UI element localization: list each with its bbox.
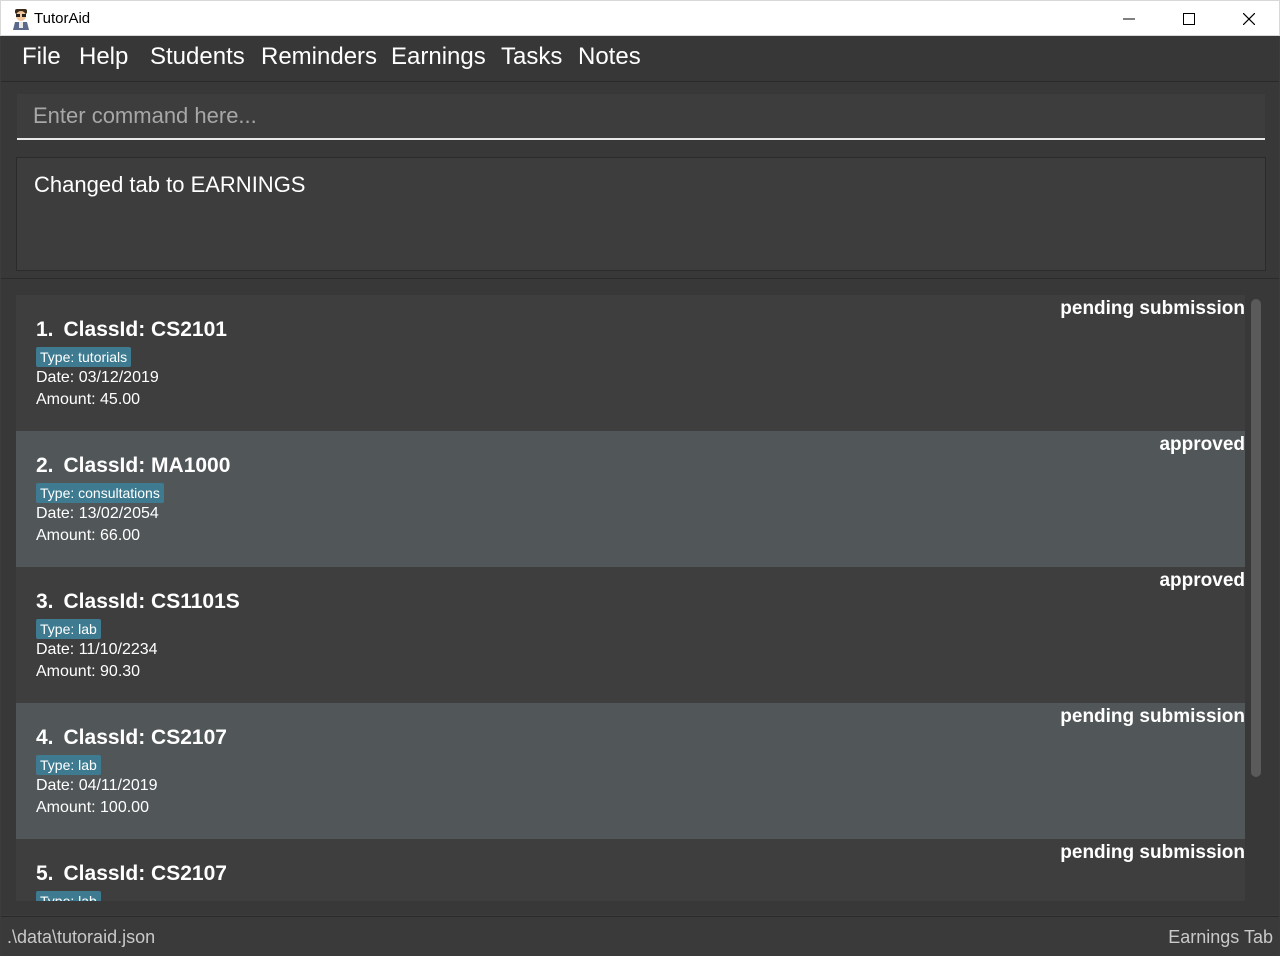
minimize-button[interactable] (1099, 1, 1159, 37)
earning-date: Date: 03/12/2019 (36, 369, 159, 386)
menu-reminders[interactable]: Reminders (261, 43, 377, 71)
earning-card[interactable]: approved 2. ClassId: MA1000 Type: consult… (16, 431, 1245, 567)
earning-index: 4. (36, 726, 54, 749)
earning-date: Date: 04/11/2019 (36, 777, 158, 794)
result-display[interactable]: Changed tab to EARNINGS (16, 157, 1266, 271)
earning-card[interactable]: pending submission 4. ClassId: CS2107 Typ… (16, 703, 1245, 839)
earning-card[interactable]: approved 3. ClassId: CS1101S Type: lab Da… (16, 567, 1245, 703)
earning-amount: Amount: 90.30 (36, 663, 141, 680)
tutor-avatar-icon (13, 9, 29, 30)
earning-type-tag: Type: tutorials (36, 347, 132, 367)
menu-notes[interactable]: Notes (578, 43, 641, 71)
maximize-button[interactable] (1159, 1, 1219, 37)
earnings-list-panel: pending submission 1. ClassId: CS2101 Typ… (1, 278, 1279, 915)
close-button[interactable] (1219, 1, 1279, 37)
earning-date: Date: 11/10/2234 (36, 641, 158, 658)
earning-status: approved (1159, 434, 1245, 455)
menu-bar: File Help Students Reminders Earnings Ta… (1, 36, 1279, 82)
scrollbar-thumb[interactable] (1251, 299, 1261, 777)
earning-type-tag: Type: lab (36, 755, 101, 775)
menu-help[interactable]: Help (79, 43, 128, 71)
earning-index: 2. (36, 454, 54, 477)
earning-status: pending submission (1060, 842, 1245, 863)
maximize-icon (1183, 13, 1195, 25)
minimize-icon (1123, 18, 1135, 20)
menu-tasks[interactable]: Tasks (501, 43, 562, 71)
menu-students[interactable]: Students (150, 43, 245, 71)
title-bar: TutorAid (0, 0, 1280, 36)
earning-status: pending submission (1060, 706, 1245, 727)
earning-class-id: ClassId: CS2107 (63, 726, 227, 749)
result-message: Changed tab to EARNINGS (34, 172, 306, 197)
earning-status: pending submission (1060, 298, 1245, 319)
earning-title: 4. ClassId: CS2107 (36, 726, 227, 750)
earning-amount: Amount: 66.00 (36, 527, 141, 544)
command-area (1, 82, 1279, 148)
list-scrollbar[interactable] (1249, 299, 1261, 777)
menu-earnings[interactable]: Earnings (391, 43, 486, 71)
close-icon (1243, 13, 1255, 25)
earning-status: approved (1159, 570, 1245, 591)
current-tab-label: Earnings Tab (1168, 927, 1273, 947)
earning-title: 3. ClassId: CS1101S (36, 590, 240, 614)
window-title: TutorAid (34, 10, 91, 27)
earning-card[interactable]: pending submission 1. ClassId: CS2101 Typ… (16, 295, 1245, 431)
data-file-path: .\data\tutoraid.json (7, 927, 156, 947)
status-bar: .\data\tutoraid.json Earnings Tab (1, 916, 1279, 956)
earning-index: 1. (36, 318, 54, 341)
earning-title: 5. ClassId: CS2107 (36, 862, 227, 886)
result-area: Changed tab to EARNINGS (1, 148, 1279, 278)
earning-type-tag: Type: lab (36, 891, 101, 901)
earning-class-id: ClassId: CS1101S (63, 590, 240, 613)
earning-class-id: ClassId: CS2101 (63, 318, 227, 341)
command-input[interactable] (17, 94, 1265, 140)
earning-class-id: ClassId: MA1000 (63, 454, 231, 477)
earning-type-tag: Type: lab (36, 619, 101, 639)
earning-amount: Amount: 100.00 (36, 799, 149, 816)
earning-card[interactable]: pending submission 5. ClassId: CS2107 Typ… (16, 839, 1245, 901)
earning-index: 3. (36, 590, 54, 613)
earning-index: 5. (36, 862, 54, 885)
earning-title: 2. ClassId: MA1000 (36, 454, 230, 478)
earning-title: 1. ClassId: CS2101 (36, 318, 227, 342)
earning-type-tag: Type: consultations (36, 483, 164, 503)
earning-amount: Amount: 45.00 (36, 391, 141, 408)
menu-file[interactable]: File (22, 43, 61, 71)
earning-date: Date: 13/02/2054 (36, 505, 159, 522)
earning-class-id: ClassId: CS2107 (63, 862, 227, 885)
earnings-list[interactable]: pending submission 1. ClassId: CS2101 Typ… (16, 295, 1245, 901)
